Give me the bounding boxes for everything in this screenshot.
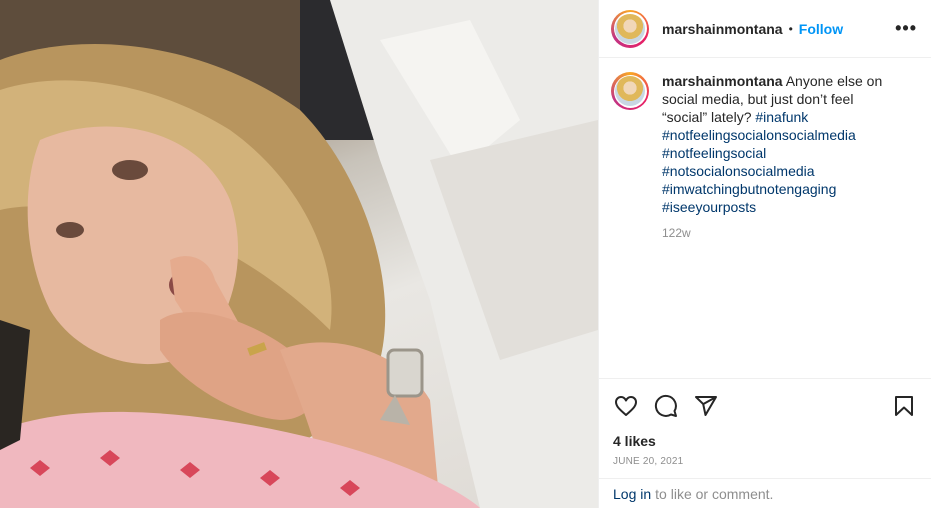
- bookmark-icon[interactable]: [891, 393, 917, 419]
- hashtag[interactable]: #iseeyourposts: [662, 199, 756, 215]
- post-age[interactable]: 122w: [662, 226, 902, 240]
- heart-icon[interactable]: [613, 393, 639, 419]
- more-options-icon[interactable]: •••: [895, 18, 917, 39]
- follow-button[interactable]: Follow: [799, 21, 843, 37]
- post-date: JUNE 20, 2021: [613, 456, 684, 467]
- caption-block: marshainmontana Anyone else on social me…: [662, 72, 902, 378]
- profile-avatar-icon[interactable]: [611, 9, 649, 48]
- actions-area: 4 likes JUNE 20, 2021: [599, 378, 931, 478]
- caption-avatar-icon[interactable]: [611, 72, 649, 110]
- comments-section: marshainmontana Anyone else on social me…: [599, 58, 931, 378]
- comment-icon[interactable]: [653, 393, 679, 419]
- login-prompt: to like or comment.: [655, 485, 774, 502]
- caption-username[interactable]: marshainmontana: [662, 73, 783, 89]
- post-photo[interactable]: [0, 0, 598, 508]
- login-link[interactable]: Log in: [613, 486, 651, 502]
- login-bar: Log in to like or comment.: [599, 478, 931, 508]
- post-side-panel: marshainmontana • Follow ••• marshainmon…: [598, 0, 931, 508]
- hashtag[interactable]: #imwatchingbutnotengaging: [662, 181, 836, 197]
- separator-dot: •: [788, 21, 793, 36]
- post-header: marshainmontana • Follow •••: [599, 0, 931, 58]
- hashtag[interactable]: #notsocialonsocialmedia: [662, 163, 815, 179]
- hashtag[interactable]: #notfeelingsocial: [662, 145, 766, 161]
- share-icon[interactable]: [693, 393, 719, 419]
- instagram-post: marshainmontana • Follow ••• marshainmon…: [0, 0, 931, 508]
- like-count[interactable]: 4 likes: [613, 433, 917, 449]
- caption-text: marshainmontana Anyone else on social me…: [662, 72, 902, 216]
- action-icons: [613, 393, 917, 419]
- hashtag[interactable]: #inafunk: [755, 109, 808, 125]
- hashtag[interactable]: #notfeelingsocialonsocialmedia: [662, 127, 856, 143]
- header-username[interactable]: marshainmontana: [662, 21, 783, 37]
- selfie-image: [0, 0, 598, 508]
